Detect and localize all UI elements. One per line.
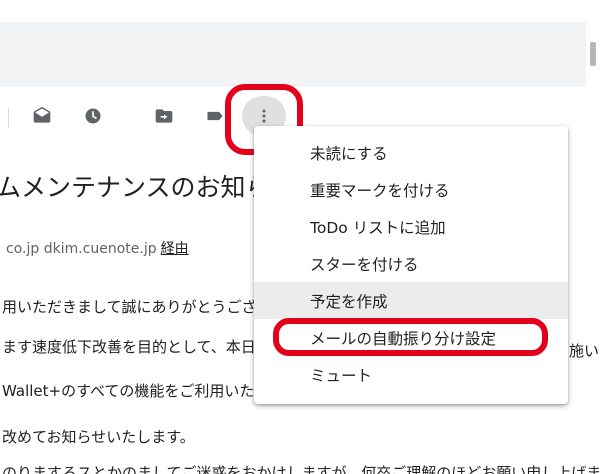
annotation-circle-filter-item	[273, 318, 548, 356]
email-body-line: Wallet+のすべての機能をご利用いただ	[2, 382, 270, 400]
label-icon	[207, 111, 223, 121]
toolbar-divider	[8, 108, 9, 128]
email-subject: ムメンテナンスのお知ら	[0, 173, 271, 202]
email-body-line: 改めてお知らせいたします。	[2, 428, 195, 446]
menu-item-mark-important[interactable]: 重要マークを付ける	[254, 171, 568, 208]
menu-item-create-event[interactable]: 予定を作成	[254, 282, 568, 319]
via-link[interactable]: 経由	[161, 241, 189, 257]
email-body-line: 用いただきまして誠にありがとうござ	[2, 298, 257, 316]
menu-item-add-star[interactable]: スターを付ける	[254, 245, 568, 282]
menu-item-mute[interactable]: ミュート	[254, 356, 568, 393]
move-to-button[interactable]	[148, 100, 180, 132]
sender-info: co.jp dkim.cuenote.jp 経由	[6, 238, 189, 258]
email-body-line: ます速度低下改善を目的として、本日	[2, 338, 256, 356]
scrollbar[interactable]	[586, 22, 600, 86]
mark-as-read-icon	[33, 106, 51, 123]
search-bar-area[interactable]	[0, 22, 600, 86]
more-options-menu: 未読にする 重要マークを付ける ToDo リストに追加 スターを付ける 予定を作…	[254, 126, 568, 404]
move-to-icon	[155, 109, 173, 123]
mark-as-read-button[interactable]	[26, 100, 58, 132]
menu-item-mark-unread[interactable]: 未読にする	[254, 134, 568, 171]
top-strip	[0, 0, 600, 22]
sender-domain: co.jp dkim.cuenote.jp	[6, 241, 157, 257]
snooze-button[interactable]	[77, 100, 109, 132]
snooze-clock-icon	[85, 108, 101, 124]
email-body-trailing-text: 施い	[569, 342, 600, 360]
menu-item-add-to-todo[interactable]: ToDo リストに追加	[254, 208, 568, 245]
email-body-line: のりまするスとかのましてご迷惑をおかけしますが、何卒ご理解のほどお願い申し上げま…	[2, 464, 600, 474]
